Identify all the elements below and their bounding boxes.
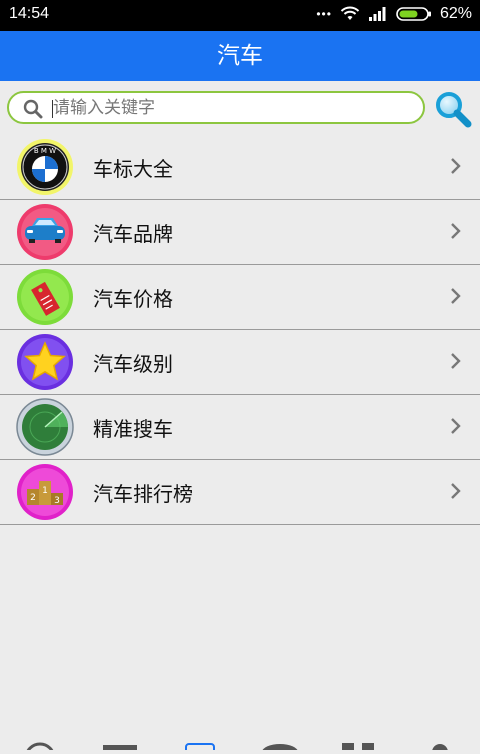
price-tag-icon — [17, 269, 73, 325]
list-item-logos[interactable]: B M W 车标大全 — [0, 135, 480, 200]
chevron-right-icon — [451, 353, 461, 369]
signal-icon — [368, 7, 386, 21]
item-label: 汽车价格 — [93, 287, 173, 311]
search-row — [0, 81, 480, 135]
podium-icon: 1 2 3 — [17, 464, 73, 520]
list-item-rankings[interactable]: 1 2 3 汽车排行榜 — [0, 460, 480, 525]
radar-icon — [16, 398, 74, 456]
wifi-icon — [340, 6, 360, 20]
search-button[interactable] — [433, 90, 473, 130]
status-icons: ••• 62% — [316, 5, 472, 23]
menu-list: B M W 车标大全 汽车品牌 汽车价格 汽车级别 精准搜车 1 2 3 汽车排… — [0, 135, 480, 525]
list-item-levels[interactable]: 汽车级别 — [0, 330, 480, 395]
chevron-right-icon — [451, 418, 461, 434]
list-item-brands[interactable]: 汽车品牌 — [0, 200, 480, 265]
item-label: 汽车品牌 — [93, 222, 173, 246]
item-label: 汽车级别 — [93, 352, 173, 376]
bottom-nav-icons — [25, 742, 448, 754]
list-item-precise-search[interactable]: 精准搜车 — [0, 395, 480, 460]
status-time: 14:54 — [9, 5, 50, 22]
search-box[interactable] — [7, 91, 425, 124]
notification-dots: ••• — [316, 7, 332, 21]
title-bar: 汽车 — [0, 31, 480, 81]
car-icon — [17, 204, 73, 260]
chevron-right-icon — [451, 483, 461, 499]
page-title: 汽车 — [217, 43, 263, 69]
star-icon — [17, 334, 73, 390]
bottom-nav-edge — [0, 735, 480, 754]
chevron-right-icon — [451, 223, 461, 239]
item-label: 精准搜车 — [93, 417, 173, 441]
battery-percent: 62% — [439, 5, 472, 22]
svg-text:B M W: B M W — [34, 147, 56, 155]
bmw-logo-icon: B M W — [17, 139, 73, 195]
search-input[interactable] — [53, 97, 413, 119]
status-bar: 14:54 ••• 62% — [0, 0, 480, 31]
item-label: 汽车排行榜 — [93, 482, 193, 506]
svg-text:2: 2 — [30, 493, 36, 503]
search-icon — [23, 99, 43, 119]
svg-text:3: 3 — [54, 496, 60, 506]
battery-icon — [396, 7, 431, 21]
list-item-prices[interactable]: 汽车价格 — [0, 265, 480, 330]
chevron-right-icon — [451, 158, 461, 174]
chevron-right-icon — [451, 288, 461, 304]
svg-text:1: 1 — [42, 486, 48, 496]
item-label: 车标大全 — [93, 157, 173, 181]
